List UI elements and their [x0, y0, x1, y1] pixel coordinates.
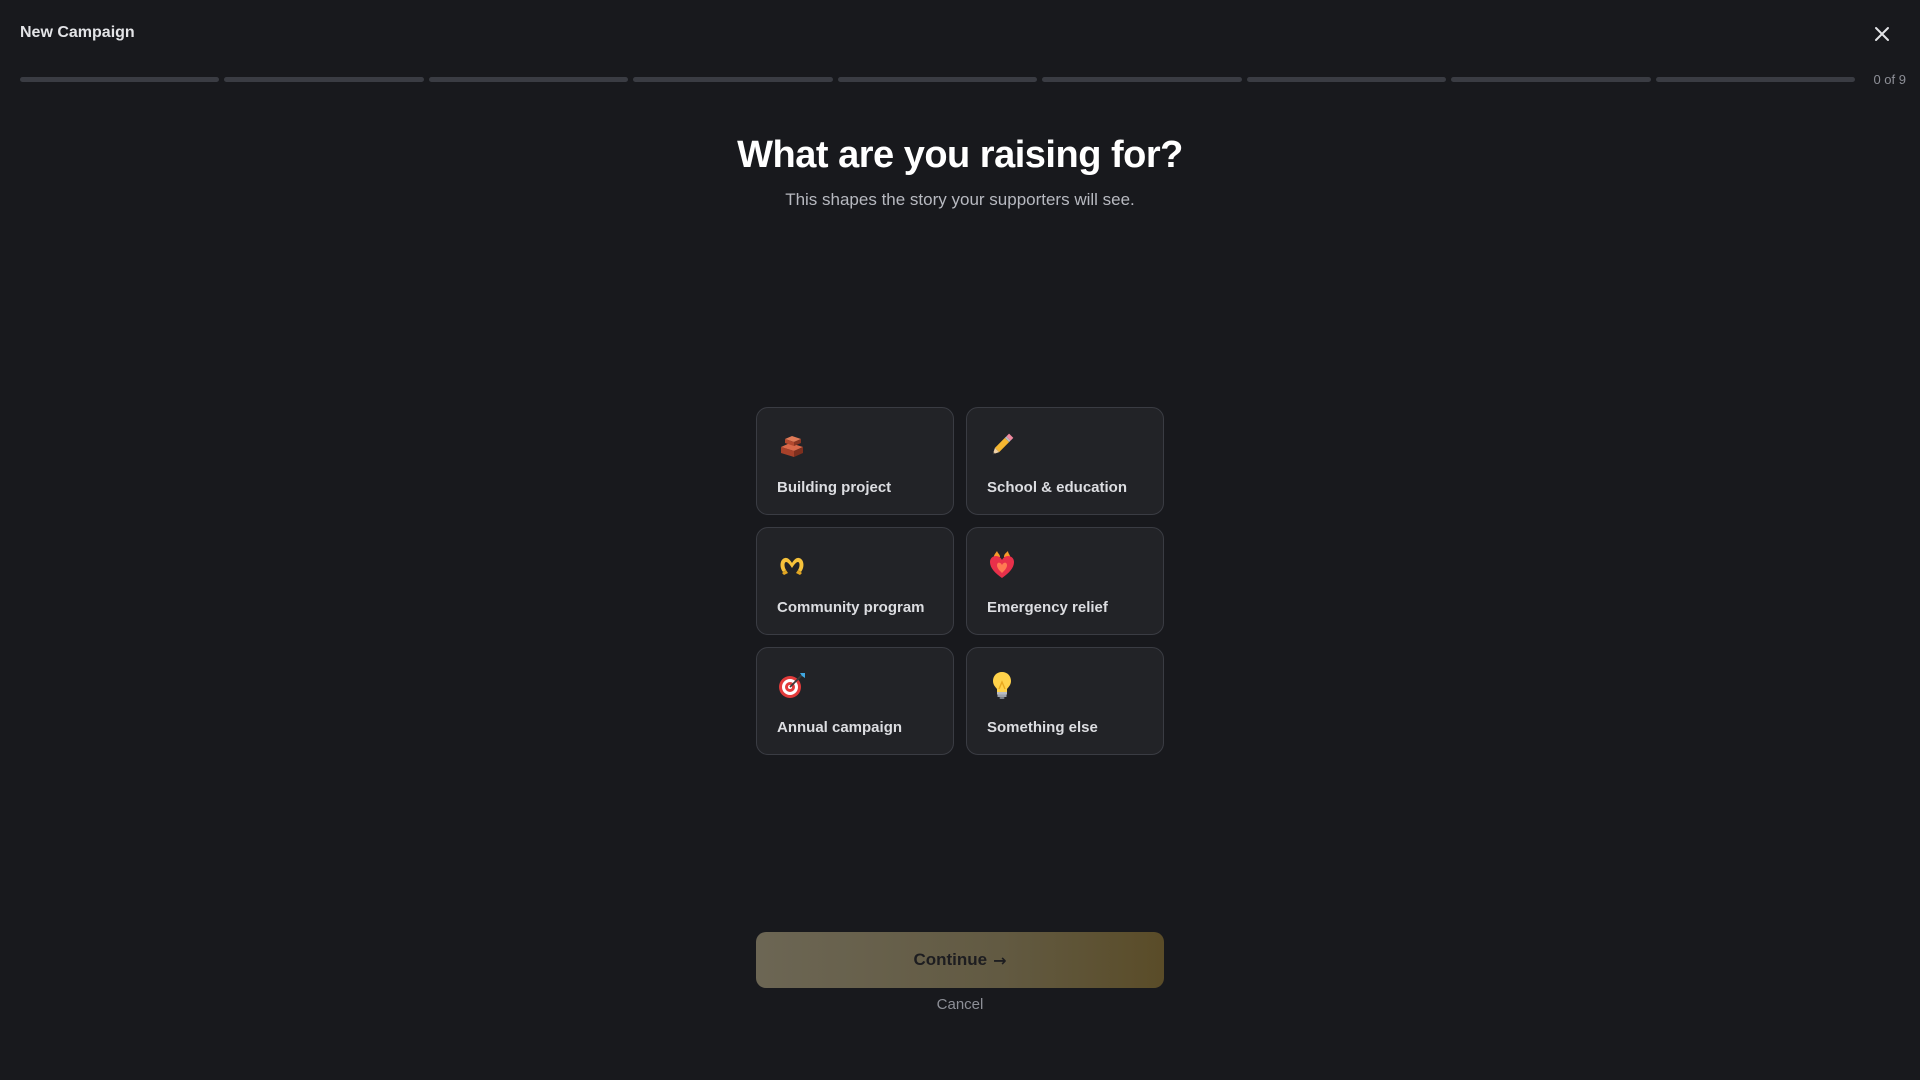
progress-segment	[1042, 77, 1242, 82]
heart-on-fire-icon	[987, 550, 1019, 580]
step-progress-bar	[20, 77, 1855, 82]
option-school-education[interactable]: School & education	[966, 407, 1164, 515]
progress-segment	[1655, 77, 1855, 82]
option-annual-campaign[interactable]: Annual campaign	[756, 647, 954, 755]
option-label: Community program	[777, 599, 925, 616]
page-subtitle: This shapes the story your supporters wi…	[785, 190, 1135, 209]
progress-segment	[20, 77, 220, 82]
progress-segment	[1451, 77, 1651, 82]
step-counter: 0 of 9	[1873, 72, 1906, 87]
option-label: Building project	[777, 479, 892, 496]
window-title: New Campaign	[20, 24, 135, 41]
progress-segment	[837, 77, 1038, 82]
close-button[interactable]	[1866, 20, 1898, 48]
heart-hands-icon	[777, 550, 809, 580]
cancel-link[interactable]: Cancel	[0, 996, 1920, 1013]
option-label: Emergency relief	[987, 599, 1108, 616]
option-label: School & education	[987, 479, 1128, 496]
progress-segment	[1246, 77, 1447, 82]
option-label: Annual campaign	[777, 719, 903, 736]
pencil-icon	[987, 430, 1019, 460]
option-something-else[interactable]: Something else	[966, 647, 1164, 755]
option-label: Something else	[987, 719, 1098, 736]
lightbulb-icon	[987, 670, 1019, 700]
progress-segment	[224, 77, 424, 82]
option-building-project[interactable]: Building project	[756, 407, 954, 515]
bricks-icon	[777, 430, 809, 460]
continue-label: Continue	[913, 950, 988, 969]
option-community-program[interactable]: Community program	[756, 527, 954, 635]
campaign-type-options: Building project School & education Comm…	[756, 407, 1164, 755]
progress-segment	[428, 77, 629, 82]
new-campaign-page: New Campaign 0 of 9 What are you raising…	[0, 0, 1920, 1080]
continue-button[interactable]: Continue →	[756, 932, 1164, 988]
close-icon	[1875, 27, 1889, 41]
option-emergency-relief[interactable]: Emergency relief	[966, 527, 1164, 635]
arrow-right-icon: →	[993, 950, 1007, 970]
progress-segment	[633, 77, 833, 82]
page-title: What are you raising for?	[737, 134, 1183, 176]
top-bar: New Campaign	[0, 0, 1920, 66]
target-dart-icon	[777, 670, 809, 700]
